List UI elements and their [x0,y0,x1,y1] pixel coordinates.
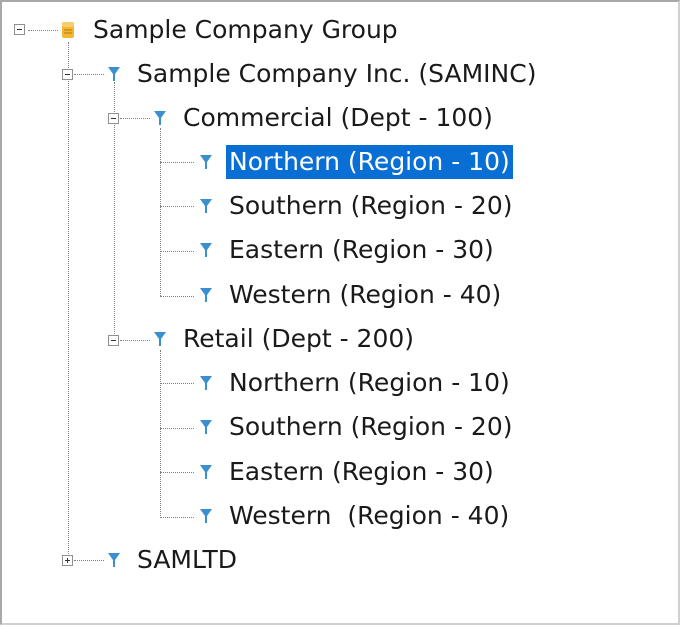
tree-node-region[interactable]: Western (Region - 40) [198,499,512,533]
tree-connector [160,251,194,252]
tree-connector [120,118,150,119]
tree-node-region[interactable]: Northern (Region - 10) [198,145,513,179]
filter-icon [108,67,120,81]
collapse-toggle-commercial[interactable] [108,113,119,124]
tree-node-label: Northern (Region - 10) [226,145,513,179]
tree-connector [68,42,69,562]
tree-node-company[interactable]: Sample Company Inc. (SAMINC) [106,57,539,91]
tree-connector [160,428,194,429]
tree-node-label: Western (Region - 40) [229,280,502,309]
tree-node-label: Southern (Region - 20) [229,191,513,220]
tree-node-label: Southern (Region - 20) [229,412,513,441]
tree-connector [160,350,161,518]
collapse-toggle-root[interactable] [14,24,25,35]
tree-connector [74,560,104,561]
tree-node-region[interactable]: Eastern (Region - 30) [198,233,497,267]
filter-icon [200,155,212,169]
tree-node-label: Northern (Region - 10) [229,368,510,397]
expand-toggle-samltd[interactable] [62,555,73,566]
tree-node-region[interactable]: Western (Region - 40) [198,278,504,312]
tree-node-label: Sample Company Inc. (SAMINC) [137,59,537,88]
tree-node-label: Eastern (Region - 30) [229,457,494,486]
filter-icon [200,465,212,479]
tree-connector [160,296,194,297]
tree-connector [160,162,194,163]
filter-icon [200,376,212,390]
tree-node-label: Retail (Dept - 200) [183,324,415,353]
tree-connector [74,74,104,75]
filter-icon [154,111,166,125]
tree-connector [28,30,58,31]
filter-icon [200,509,212,523]
tree-node-region[interactable]: Northern (Region - 10) [198,366,513,400]
tree-node-label: Eastern (Region - 30) [229,235,494,264]
tree-node-root[interactable]: Sample Company Group [60,13,401,47]
tree-node-label: Sample Company Group [93,15,398,44]
tree-connector [160,206,194,207]
tree-node-dept-retail[interactable]: Retail (Dept - 200) [152,322,417,356]
tree-node-samltd[interactable]: SAMLTD [106,543,240,577]
filter-icon [200,199,212,213]
tree-node-label: Western (Region - 40) [229,501,510,530]
tree-node-region[interactable]: Southern (Region - 20) [198,189,515,223]
tree-connector [160,383,194,384]
tree-connector [160,517,194,518]
tree-connector [160,128,161,296]
tree-node-dept-commercial[interactable]: Commercial (Dept - 100) [152,101,496,135]
filter-icon [154,332,166,346]
collapse-toggle-company[interactable] [62,69,73,80]
tree-node-label: Commercial (Dept - 100) [183,103,493,132]
database-icon [62,22,74,38]
tree-node-label: SAMLTD [137,545,238,574]
tree-node-region[interactable]: Southern (Region - 20) [198,410,515,444]
collapse-toggle-retail[interactable] [108,335,119,346]
tree-connector [160,472,194,473]
filter-icon [200,420,212,434]
filter-icon [108,553,120,567]
tree-view[interactable]: Sample Company Group Sample Company Inc.… [0,0,680,625]
tree-node-region[interactable]: Eastern (Region - 30) [198,455,497,489]
filter-icon [200,243,212,257]
tree-connector [120,340,150,341]
filter-icon [200,288,212,302]
